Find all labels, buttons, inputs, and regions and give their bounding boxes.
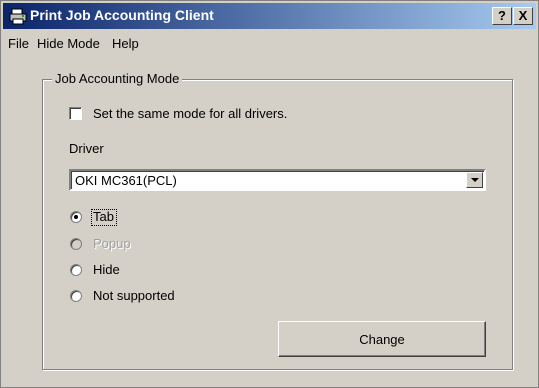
same-mode-label[interactable]: Set the same mode for all drivers.	[93, 106, 287, 121]
menu-help[interactable]: Help	[112, 36, 139, 51]
close-button[interactable]: X	[513, 7, 533, 25]
printer-icon	[9, 8, 27, 25]
driver-value: OKI MC361(PCL)	[75, 173, 177, 188]
menu-bar: File Hide Mode Help	[3, 33, 536, 55]
chevron-down-icon[interactable]	[466, 172, 483, 188]
group-label: Job Accounting Mode	[52, 71, 183, 86]
change-button-label: Change	[359, 332, 405, 347]
radio-not-supported-label[interactable]: Not supported	[93, 288, 175, 303]
radio-tab[interactable]	[70, 211, 82, 223]
help-button[interactable]: ?	[492, 7, 512, 25]
radio-popup	[70, 238, 82, 250]
same-mode-checkbox[interactable]	[69, 107, 82, 120]
radio-selected-dot	[74, 215, 78, 219]
driver-label: Driver	[69, 141, 104, 156]
title-bar[interactable]: Print Job Accounting Client ? X	[3, 3, 536, 29]
radio-popup-label: Popup	[93, 236, 131, 251]
driver-select[interactable]: OKI MC361(PCL)	[69, 169, 486, 191]
window-title: Print Job Accounting Client	[30, 7, 214, 23]
app-window: Print Job Accounting Client ? X File Hid…	[0, 0, 539, 388]
radio-hide[interactable]	[70, 264, 82, 276]
change-button[interactable]: Change	[278, 321, 486, 357]
menu-hide-mode[interactable]: Hide Mode	[37, 36, 100, 51]
menu-file[interactable]: File	[8, 36, 29, 51]
radio-hide-label[interactable]: Hide	[93, 262, 120, 277]
radio-not-supported[interactable]	[70, 290, 82, 302]
radio-tab-label[interactable]: Tab	[93, 209, 114, 224]
